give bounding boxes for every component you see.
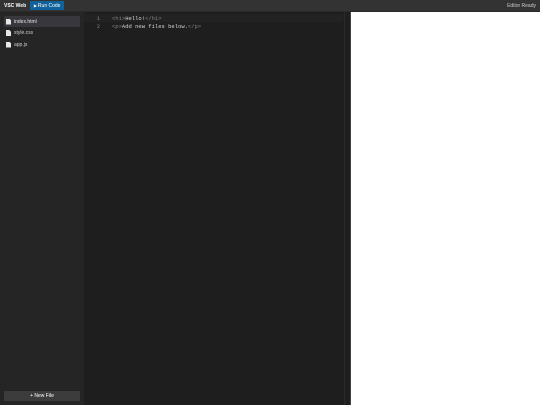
file-sidebar: index.html style.css app.js + New File [0, 12, 84, 405]
code-text: Hello! [125, 14, 146, 22]
file-name: app.js [14, 41, 28, 48]
file-list: index.html style.css app.js [0, 12, 84, 50]
top-bar: VSC Web ▶ Run Code Editor Ready [0, 0, 540, 12]
file-icon [6, 18, 11, 25]
file-item-app-js[interactable]: app.js [4, 39, 80, 50]
code-editor[interactable]: 1 <h1>Hello!</h1> 2 <p>Add new files bel… [84, 12, 350, 405]
code-line[interactable]: 2 <p>Add new files below.</p> [84, 22, 343, 30]
code-open-tag: <h1> [112, 14, 126, 22]
code-close-tag: </h1> [145, 14, 162, 22]
file-item-style-css[interactable]: style.css [4, 28, 80, 39]
code-line[interactable]: 1 <h1>Hello!</h1> [84, 14, 343, 22]
code-content: <h1>Hello!</h1> [112, 15, 162, 22]
file-name: style.css [14, 30, 34, 36]
code-open-tag: <p> [112, 22, 122, 30]
file-icon [6, 30, 11, 36]
code-content: <p>Add new files below.</p> [112, 23, 201, 30]
code-close-tag: </p> [187, 22, 202, 30]
file-item-index-html[interactable]: index.html [4, 16, 80, 27]
play-icon: ▶ [33, 3, 37, 8]
line-number: 2 [96, 22, 100, 30]
file-name: index.html [14, 18, 37, 25]
app-title: VSC Web [4, 2, 27, 9]
file-icon [6, 41, 11, 48]
line-number: 1 [96, 14, 100, 22]
run-code-button[interactable]: ▶ Run Code [30, 1, 65, 10]
preview-pane [350, 12, 540, 405]
code-text: Add new files below. [121, 22, 188, 30]
run-code-label: Run Code [37, 2, 61, 9]
status-text: Editor Ready [507, 2, 536, 9]
new-file-button[interactable]: + New File [4, 391, 80, 401]
